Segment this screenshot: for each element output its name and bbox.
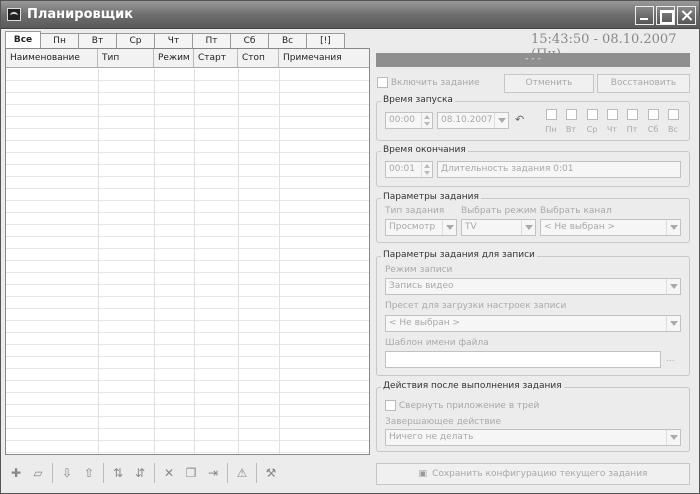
delete-icon[interactable]: ✕ <box>158 462 180 484</box>
save-icon: ▣ <box>418 469 428 479</box>
select-mode-label: Выбрать режим <box>461 206 537 216</box>
minimize-to-tray-row[interactable]: Свернуть приложение в трей <box>385 400 539 411</box>
col-start[interactable]: Старт <box>194 49 238 67</box>
tab-flagged[interactable]: [!] <box>306 33 345 49</box>
task-list-header: Наименование Тип Режим Старт Стоп Примеч… <box>6 49 369 68</box>
tab-thu[interactable]: Чт <box>154 33 193 49</box>
final-action-select[interactable]: Ничего не делать <box>385 429 681 446</box>
tab-sat[interactable]: Сб <box>230 33 269 49</box>
open-folder-icon[interactable]: ▱ <box>27 462 49 484</box>
restore-button[interactable]: Восстановить <box>597 74 690 93</box>
chevron-down-icon <box>521 220 535 235</box>
save-config-button[interactable]: ▣ Сохранить конфигурацию текущего задания <box>376 463 690 485</box>
tab-all[interactable]: Все <box>5 31 41 49</box>
tab-wed[interactable]: Ср <box>116 33 155 49</box>
col-name[interactable]: Наименование <box>6 49 98 67</box>
chevron-down-icon <box>666 316 680 331</box>
record-mode-label: Режим записи <box>385 265 453 275</box>
enable-task-checkbox[interactable] <box>377 77 388 88</box>
chevron-down-icon <box>442 220 456 235</box>
warning-icon[interactable]: ⚠ <box>231 462 253 484</box>
start-time-spinner[interactable] <box>421 113 432 128</box>
select-channel-label: Выбрать канал <box>540 206 612 216</box>
enable-task-label: Включить задание <box>390 78 480 88</box>
enable-task-row[interactable]: Включить задание <box>377 77 480 88</box>
day-mon[interactable]: Пн <box>543 109 559 134</box>
day-tabs: Все Пн Вт Ср Чт Пт Сб Вс [!] <box>5 31 345 49</box>
preset-select[interactable]: < Не выбран > <box>385 315 681 332</box>
col-mode[interactable]: Режим <box>154 49 194 67</box>
window-title: Планировщик <box>27 7 134 22</box>
start-date-field[interactable]: 08.10.2007 <box>437 112 509 129</box>
task-type-label: Тип задания <box>385 206 445 216</box>
browse-button[interactable]: ... <box>666 354 675 364</box>
scheduler-window: Планировщик Все Пн Вт Ср Чт Пт Сб Вс [!]… <box>0 0 700 494</box>
minimize-to-tray-label: Свернуть приложение в трей <box>398 401 540 411</box>
chevron-down-icon <box>666 430 680 445</box>
col-notes[interactable]: Примечания <box>279 49 369 67</box>
chevron-down-icon <box>666 279 680 294</box>
final-action-label: Завершающее действие <box>385 417 502 427</box>
task-list-rows <box>6 69 369 454</box>
move-down-icon[interactable]: ⇩ <box>56 462 78 484</box>
filename-template-input[interactable] <box>385 351 661 368</box>
day-sun[interactable]: Вс <box>665 109 681 134</box>
start-time-title: Время запуска <box>381 95 455 105</box>
move-up-icon[interactable]: ⇧ <box>78 462 100 484</box>
channel-select[interactable]: < Не выбран > <box>540 219 681 236</box>
template-label: Шаблон имени файла <box>385 338 489 348</box>
minimize-button[interactable] <box>635 6 654 25</box>
task-list[interactable]: Наименование Тип Режим Старт Стоп Примеч… <box>5 48 370 455</box>
after-actions-title: Действия после выполнения задания <box>381 381 564 391</box>
end-time-title: Время окончания <box>381 145 468 155</box>
new-task-icon[interactable]: ✚ <box>5 462 27 484</box>
task-params-title: Параметры задания <box>381 192 481 202</box>
tab-tue[interactable]: Вт <box>78 33 117 49</box>
col-type[interactable]: Тип <box>98 49 154 67</box>
col-stop[interactable]: Стоп <box>238 49 279 67</box>
copy-icon[interactable]: ❐ <box>180 462 202 484</box>
title-bar[interactable]: Планировщик <box>1 1 699 29</box>
close-button[interactable] <box>677 6 696 25</box>
chevron-down-icon <box>666 220 680 235</box>
duration-field: Длительность задания 0:01 <box>437 161 681 178</box>
end-time-field[interactable]: 00:01 <box>385 161 433 178</box>
start-date-dropdown-icon[interactable] <box>494 113 508 128</box>
record-params-title: Параметры задания для записи <box>381 250 537 260</box>
tab-mon[interactable]: Пн <box>40 33 79 49</box>
record-params-group: Параметры задания для записи Режим запис… <box>376 250 690 376</box>
day-tue[interactable]: Вт <box>563 109 579 134</box>
tools-icon[interactable]: ⚒ <box>260 462 282 484</box>
maximize-button[interactable] <box>656 6 675 25</box>
day-wed[interactable]: Ср <box>584 109 600 134</box>
paste-icon[interactable]: ⇥ <box>202 462 224 484</box>
preset-label: Пресет для загрузки настроек записи <box>385 301 567 311</box>
day-fri[interactable]: Пт <box>624 109 640 134</box>
sort-ascending-icon[interactable]: ⇅ <box>107 462 129 484</box>
reset-icon[interactable]: ↶ <box>515 113 524 126</box>
tab-sun[interactable]: Вс <box>268 33 307 49</box>
tab-fri[interactable]: Пт <box>192 33 231 49</box>
status-progress: - - - <box>376 53 690 67</box>
start-time-group: Время запуска 00:00 08.10.2007 ↶ Пн Вт С… <box>376 95 690 141</box>
mode-select[interactable]: TV <box>461 219 536 236</box>
task-params-group: Параметры задания Тип задания Выбрать ре… <box>376 192 690 243</box>
list-toolbar: ✚ ▱ ⇩ ⇧ ⇅ ⇵ ✕ ❐ ⇥ ⚠ ⚒ <box>5 461 282 485</box>
day-thu[interactable]: Чт <box>604 109 620 134</box>
after-actions-group: Действия после выполнения задания Сверну… <box>376 381 690 452</box>
cancel-button[interactable]: Отменить <box>504 74 594 93</box>
sort-descending-icon[interactable]: ⇵ <box>129 462 151 484</box>
day-sat[interactable]: Сб <box>645 109 661 134</box>
start-time-field[interactable]: 00:00 <box>385 112 433 129</box>
end-time-group: Время окончания 00:01 Длительность задан… <box>376 145 690 187</box>
app-icon <box>7 8 21 21</box>
end-time-spinner[interactable] <box>421 162 432 177</box>
record-mode-select[interactable]: Запись видео <box>385 278 681 295</box>
task-type-select[interactable]: Просмотр <box>385 219 457 236</box>
minimize-to-tray-checkbox[interactable] <box>385 400 396 411</box>
